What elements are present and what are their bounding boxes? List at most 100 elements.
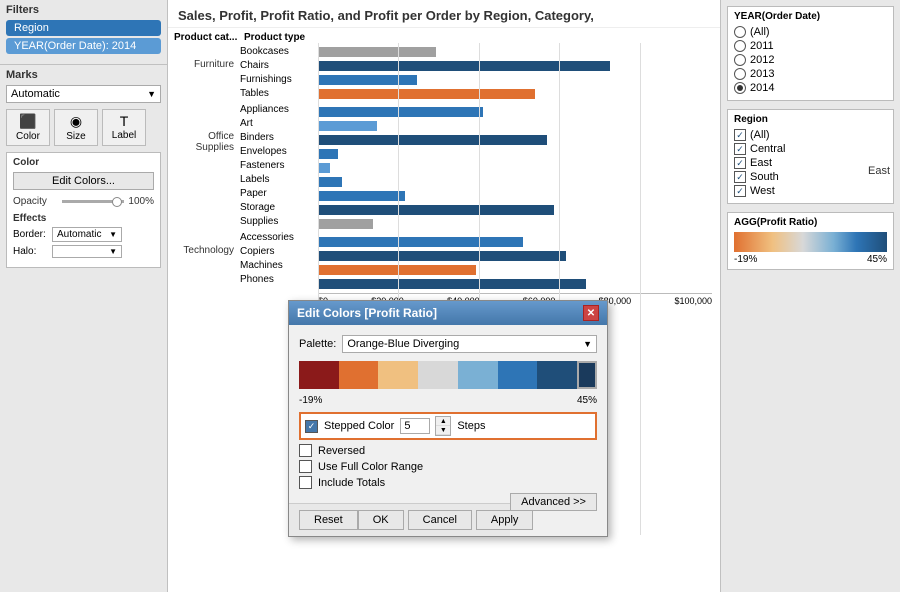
size-icon: ◉	[70, 113, 82, 130]
include-totals-checkbox[interactable]	[299, 476, 312, 489]
marks-type-dropdown[interactable]: Automatic ▼	[6, 85, 161, 103]
border-row: Border: Automatic ▼	[13, 227, 154, 242]
region-south-item[interactable]: South	[734, 171, 887, 183]
paper-label: Paper	[238, 187, 318, 201]
year-2014-item[interactable]: 2014	[734, 82, 887, 94]
year-filter-title: YEAR(Order Date)	[734, 11, 887, 22]
reset-button[interactable]: Reset	[299, 510, 358, 530]
cancel-button[interactable]: Cancel	[408, 510, 472, 530]
region-checkbox-group: (All) Central East South West	[734, 129, 887, 197]
region-west-item[interactable]: West	[734, 185, 887, 197]
accessories-label: Accessories	[238, 231, 318, 245]
bar-phones	[318, 277, 712, 291]
agg-gradient-bar	[734, 232, 887, 252]
filters-title: Filters	[6, 4, 161, 16]
color-gradient-bar	[299, 361, 597, 389]
label-mark-btn[interactable]: T Label	[102, 109, 146, 146]
region-east-item[interactable]: East	[734, 157, 887, 169]
office-group: Office Supplies Appliances Art Binders E…	[168, 103, 318, 229]
halo-arrow: ▼	[109, 247, 117, 256]
agg-card: AGG(Profit Ratio) -19% 45%	[727, 212, 894, 270]
region-south-checkbox[interactable]	[734, 171, 746, 183]
color-icon: ⬛	[19, 113, 36, 130]
size-mark-btn[interactable]: ◉ Size	[54, 109, 98, 146]
grad-seg-7	[537, 361, 577, 389]
year-all-radio[interactable]	[734, 26, 746, 38]
year-2011-radio[interactable]	[734, 40, 746, 52]
year-2012-item[interactable]: 2012	[734, 54, 887, 66]
filter-region[interactable]: Region	[6, 20, 161, 36]
office-sub-labels: Appliances Art Binders Envelopes Fastene…	[238, 103, 318, 229]
include-totals-row: Include Totals	[299, 476, 597, 489]
color-mark-btn[interactable]: ⬛ Color	[6, 109, 50, 146]
labels-label: Labels	[238, 173, 318, 187]
palette-select[interactable]: Orange-Blue Diverging ▼	[342, 335, 597, 353]
opacity-label: Opacity	[13, 196, 58, 207]
range-max: 45%	[577, 395, 597, 406]
edit-colors-button[interactable]: Edit Colors...	[13, 172, 154, 190]
agg-min: -19%	[734, 254, 757, 265]
col-product-cat: Product cat...	[174, 32, 244, 43]
footer-left: Reset	[299, 510, 358, 530]
region-central-item[interactable]: Central	[734, 143, 887, 155]
reversed-checkbox[interactable]	[299, 444, 312, 457]
filter-year[interactable]: YEAR(Order Date): 2014	[6, 38, 161, 54]
opacity-thumb[interactable]	[112, 197, 122, 207]
border-dropdown[interactable]: Automatic ▼	[52, 227, 122, 242]
dialog-footer: Reset OK Cancel Apply	[289, 503, 510, 536]
year-2012-radio[interactable]	[734, 54, 746, 66]
dialog-close-button[interactable]: ✕	[583, 305, 599, 321]
agg-bar-container	[734, 232, 887, 252]
chart-title-text: Sales, Profit, Profit Ratio, and Profit …	[178, 8, 594, 23]
range-labels: -19% 45%	[299, 395, 597, 406]
year-2012-label: 2012	[750, 54, 774, 66]
bar-storage	[318, 203, 712, 217]
color-section: Color Edit Colors... Opacity 100% Effect…	[6, 152, 161, 268]
region-all-checkbox[interactable]	[734, 129, 746, 141]
furniture-sub-labels: Bookcases Chairs Furnishings Tables	[238, 45, 318, 101]
dialog-titlebar: Edit Colors [Profit Ratio] ✕	[289, 301, 607, 325]
region-filter-title: Region	[734, 114, 887, 125]
year-2013-item[interactable]: 2013	[734, 68, 887, 80]
steps-input[interactable]: 5	[400, 418, 430, 434]
year-all-item[interactable]: (All)	[734, 26, 887, 38]
year-2011-item[interactable]: 2011	[734, 40, 887, 52]
year-2011-label: 2011	[750, 40, 774, 52]
full-range-label: Use Full Color Range	[318, 461, 423, 473]
spin-down[interactable]: ▼	[436, 426, 450, 435]
art-label: Art	[238, 117, 318, 131]
selected-color-swatch[interactable]	[577, 361, 597, 389]
region-west-checkbox[interactable]	[734, 185, 746, 197]
agg-max: 45%	[867, 254, 887, 265]
bar-appliances	[318, 105, 712, 119]
region-filter-card: Region (All) Central East South	[727, 109, 894, 204]
year-radio-group: (All) 2011 2012 2013 2014	[734, 26, 887, 94]
region-east-checkbox[interactable]	[734, 157, 746, 169]
advanced-button[interactable]: Advanced >>	[510, 493, 597, 511]
agg-title: AGG(Profit Ratio)	[734, 217, 887, 228]
bar-binders	[318, 133, 712, 147]
tech-sub-labels: Accessories Copiers Machines Phones	[238, 231, 318, 287]
edit-colors-dialog: Edit Colors [Profit Ratio] ✕ Palette: Or…	[288, 300, 608, 537]
spin-up[interactable]: ▲	[436, 417, 450, 426]
year-2013-radio[interactable]	[734, 68, 746, 80]
reversed-row: Reversed	[299, 444, 597, 457]
palette-row: Palette: Orange-Blue Diverging ▼	[299, 335, 597, 353]
halo-dropdown[interactable]: ▼	[52, 245, 122, 258]
ok-button[interactable]: OK	[358, 510, 404, 530]
envelopes-label: Envelopes	[238, 145, 318, 159]
dialog-title: Edit Colors [Profit Ratio]	[297, 306, 437, 320]
bar-fasteners	[318, 161, 712, 175]
storage-label: Storage	[238, 201, 318, 215]
opacity-slider[interactable]	[62, 200, 124, 203]
stepped-color-checkbox[interactable]	[305, 420, 318, 433]
chart-area: Sales, Profit, Profit Ratio, and Profit …	[168, 0, 720, 592]
year-2014-radio[interactable]	[734, 82, 746, 94]
steps-spinner: ▲ ▼	[435, 416, 451, 436]
full-range-checkbox[interactable]	[299, 460, 312, 473]
region-all-item[interactable]: (All)	[734, 129, 887, 141]
apply-button[interactable]: Apply	[476, 510, 534, 530]
agg-range: -19% 45%	[734, 254, 887, 265]
bar-machines	[318, 263, 712, 277]
region-central-checkbox[interactable]	[734, 143, 746, 155]
